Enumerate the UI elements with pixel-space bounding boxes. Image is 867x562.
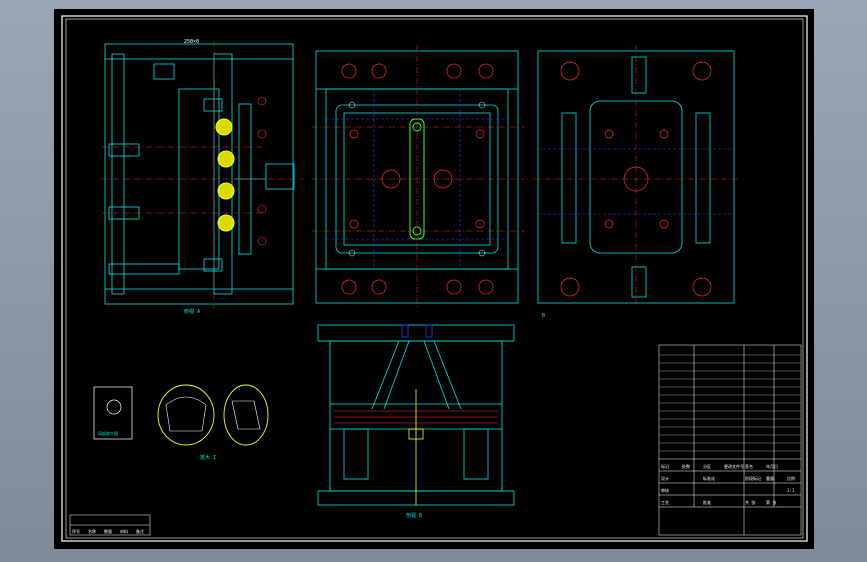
parts-list xyxy=(658,344,802,536)
left-bottom-block-cells: 序号 名称 数量 材料 备注 xyxy=(72,528,144,534)
left-block-cell: 名称 xyxy=(88,528,96,534)
left-bolts xyxy=(257,96,267,246)
detail-label: 放大 I xyxy=(200,454,216,461)
section-sprue xyxy=(401,324,433,338)
cad-viewport[interactable]: 250×0 俯视 A B 剖视 B 局部放大图 放大 I 标记 处数 分区 更改… xyxy=(54,9,814,549)
left-view-label: 俯视 A xyxy=(184,308,200,315)
detail-circles xyxy=(157,384,269,446)
title-block-cell: 工艺 xyxy=(661,500,669,505)
left-block-cell: 序号 xyxy=(72,528,80,534)
title-block-cell: 年月日 xyxy=(766,463,778,469)
left-block-cell: 材料 xyxy=(120,528,128,534)
inner-frame xyxy=(65,18,804,539)
right-view-label: B xyxy=(542,313,545,319)
section-yellow xyxy=(408,389,424,505)
title-block-cell: 阶段标记 xyxy=(745,475,761,481)
title-block-cell: 标记 xyxy=(661,463,669,469)
detail-circles-inner xyxy=(165,396,261,432)
right-centerlines xyxy=(534,45,740,309)
left-view xyxy=(104,43,295,305)
title-block-cell: 重量 xyxy=(766,475,774,481)
title-block-cell: 1:1 xyxy=(787,488,795,493)
title-block-cell: 处数 xyxy=(682,463,690,469)
left-view-dim: 250×0 xyxy=(184,39,199,45)
title-block-cell: 标准化 xyxy=(703,475,715,481)
parts-list-rows xyxy=(659,354,801,452)
left-block-cell: 数量 xyxy=(104,528,112,534)
title-block-cell: 第 张 xyxy=(766,499,776,505)
title-block-cell: 设计 xyxy=(661,475,669,481)
title-block-cell: 比例 xyxy=(787,475,795,481)
title-block-cell: 批准 xyxy=(703,499,711,505)
detail-small-label: 局部放大图 xyxy=(98,430,118,436)
title-block-cell: 审核 xyxy=(661,487,669,493)
title-block-rows: 标记 处数 分区 更改文件号 签名 年月日设计 标准化 阶段标记 重量 比例审核 1:1 工艺 批准 共 … xyxy=(661,463,795,505)
title-block-cell: 更改文件号 xyxy=(724,463,744,469)
title-block-cell: 共 张 xyxy=(745,499,755,505)
mold-assembly-drawing: 250×0 俯视 A B 剖视 B 局部放大图 放大 I 标记 处数 分区 更改… xyxy=(61,15,808,542)
section-view-label: 剖视 B xyxy=(406,512,422,519)
title-block-cell: 签名 xyxy=(745,463,753,469)
title-block-cell: 分区 xyxy=(703,463,711,469)
left-block-cell: 备注 xyxy=(136,528,144,534)
outer-frame xyxy=(61,15,808,542)
